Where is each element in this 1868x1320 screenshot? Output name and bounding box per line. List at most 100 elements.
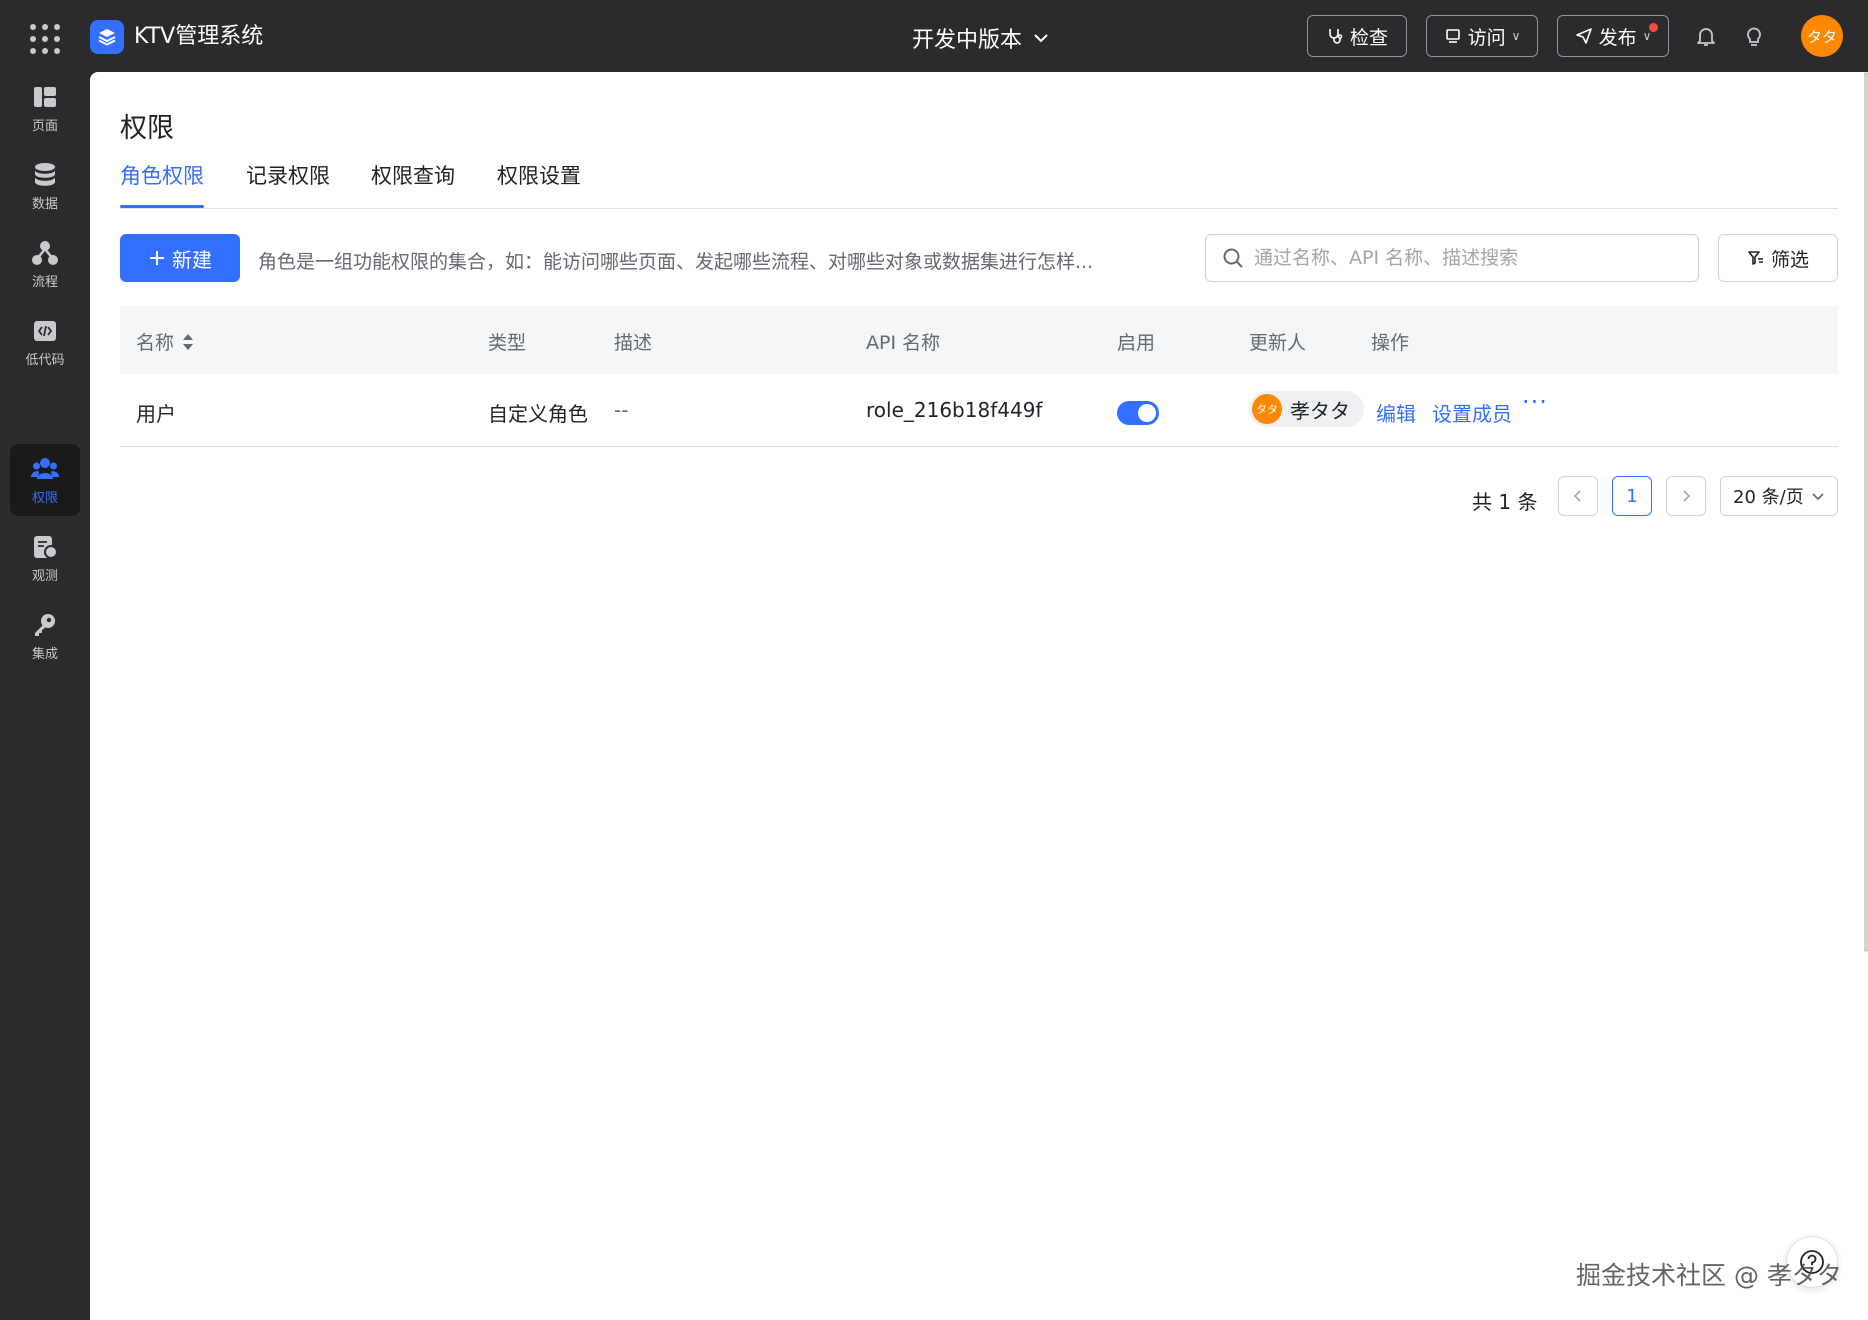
column-label: API 名称 <box>866 332 941 354</box>
tab-record-permission[interactable]: 记录权限 <box>246 162 330 190</box>
search-icon <box>1223 248 1243 268</box>
lightbulb-icon[interactable] <box>1740 22 1768 50</box>
updater-avatar: タタ <box>1252 394 1282 424</box>
enabled-toggle[interactable] <box>1117 401 1159 425</box>
monitor-icon <box>1445 29 1460 43</box>
pagination-total: 共 1 条 <box>1472 490 1538 514</box>
column-label: 描述 <box>614 332 653 354</box>
stethoscope-icon <box>1329 29 1343 44</box>
next-page-button[interactable] <box>1666 476 1706 516</box>
database-icon <box>35 162 55 186</box>
sidebar-item-flow[interactable]: 流程 <box>10 228 80 300</box>
sidebar-item-label: 页面 <box>31 118 58 134</box>
updater-name: 孝タタ <box>1290 398 1350 423</box>
sidebar-item-label: 权限 <box>31 490 58 506</box>
page-size-select[interactable]: 20 条/页 <box>1720 476 1838 516</box>
table-header: 名称 类型 描述 API 名称 启用 更新人 操作 <box>120 306 1838 374</box>
role-description: -- <box>614 398 629 422</box>
active-tab-indicator <box>120 205 204 208</box>
notification-dot <box>1649 23 1658 32</box>
column-label: 名称 <box>136 332 175 354</box>
sidebar-item-monitor[interactable]: 观测 <box>10 522 80 594</box>
scrollbar[interactable] <box>1864 72 1868 952</box>
chevron-down-icon <box>1812 493 1824 501</box>
sidebar-item-permission[interactable]: 权限 <box>10 444 80 516</box>
prev-page-button[interactable] <box>1558 476 1598 516</box>
page-title: 权限 <box>120 113 174 144</box>
code-icon <box>34 320 56 341</box>
column-header-api-name: API 名称 <box>866 328 940 355</box>
column-label: 操作 <box>1371 332 1410 354</box>
column-label: 更新人 <box>1249 332 1307 354</box>
send-icon <box>1575 28 1592 44</box>
updater-chip[interactable]: タタ 孝タタ <box>1249 391 1364 427</box>
plus-icon <box>150 251 164 265</box>
flow-icon <box>32 240 58 265</box>
key-icon <box>35 613 55 636</box>
role-name: 用户 <box>136 402 176 426</box>
check-label: 检查 <box>1349 26 1388 49</box>
sidebar: 页面 数据 流程 低代码 权限 观测 集成 <box>0 72 90 1320</box>
monitor-icon <box>34 535 58 559</box>
chevron-left-icon <box>1573 490 1581 502</box>
check-button[interactable]: 检查 <box>1307 15 1407 57</box>
sidebar-item-pages[interactable]: 页面 <box>10 72 80 144</box>
tab-permission-query[interactable]: 权限查询 <box>371 162 455 190</box>
visit-button[interactable]: 访问 ∨ <box>1426 15 1538 57</box>
role-type: 自定义角色 <box>488 402 588 426</box>
column-label: 类型 <box>488 332 527 354</box>
edit-link[interactable]: 编辑 <box>1376 398 1416 427</box>
column-header-actions: 操作 <box>1371 328 1409 355</box>
new-role-label: 新建 <box>172 247 212 272</box>
publish-button[interactable]: 发布 ∨ <box>1557 15 1669 57</box>
set-members-link[interactable]: 设置成员 <box>1432 398 1512 427</box>
publish-label: 发布 <box>1598 26 1637 49</box>
tabs-divider <box>120 208 1838 209</box>
permission-icon <box>31 457 59 479</box>
watermark-text: 掘金技术社区 @ 孝タタ <box>1576 1261 1842 1290</box>
filter-icon <box>1748 251 1763 265</box>
version-label: 开发中版本 <box>912 28 1023 53</box>
sidebar-item-label: 观测 <box>31 568 58 584</box>
column-header-description: 描述 <box>614 328 652 355</box>
sidebar-item-label: 数据 <box>31 196 58 212</box>
new-role-button[interactable]: 新建 <box>120 234 240 282</box>
column-label: 启用 <box>1117 332 1156 354</box>
page-number-button[interactable]: 1 <box>1612 476 1652 516</box>
sidebar-item-label: 流程 <box>31 274 58 290</box>
sort-icon[interactable] <box>182 333 194 351</box>
user-avatar[interactable]: タタ <box>1801 15 1843 57</box>
app-title: KTV管理系统 <box>134 24 264 49</box>
filter-button[interactable]: 筛选 <box>1718 234 1838 282</box>
column-header-enabled: 启用 <box>1117 328 1155 355</box>
sidebar-item-integration[interactable]: 集成 <box>10 600 80 672</box>
chevron-right-icon <box>1683 490 1691 502</box>
column-header-name[interactable]: 名称 <box>136 328 194 355</box>
filter-label: 筛选 <box>1770 248 1809 271</box>
visit-label: 访问 <box>1467 26 1506 49</box>
chevron-down-icon <box>1034 34 1048 43</box>
toggle-knob <box>1138 404 1156 422</box>
sidebar-item-lowcode[interactable]: 低代码 <box>10 306 80 378</box>
search-input[interactable] <box>1254 247 1674 269</box>
sidebar-item-label: 低代码 <box>25 352 65 368</box>
top-bar: KTV管理系统 开发中版本 检查 访问 ∨ 发布 ∨ タタ <box>0 0 1868 72</box>
role-description-text: 角色是一组功能权限的集合，如：能访问哪些页面、发起哪些流程、对哪些对象或数据集进… <box>258 251 1094 273</box>
column-header-type: 类型 <box>488 328 526 355</box>
app-grid-icon[interactable] <box>28 22 62 56</box>
sidebar-item-data[interactable]: 数据 <box>10 150 80 222</box>
chevron-down-icon: ∨ <box>1511 29 1521 43</box>
page-size-value: 20 条/页 <box>1733 487 1804 508</box>
tab-role-permission[interactable]: 角色权限 <box>120 162 204 190</box>
sidebar-item-label: 集成 <box>31 646 58 662</box>
tab-permission-settings[interactable]: 权限设置 <box>497 162 581 190</box>
page-icon <box>34 86 56 107</box>
bell-icon[interactable] <box>1692 22 1720 50</box>
search-box[interactable] <box>1205 234 1699 282</box>
role-api-name: role_216b18f449f <box>866 398 1043 422</box>
more-actions-icon[interactable]: ··· <box>1522 388 1548 416</box>
main-panel: 权限 角色权限 记录权限 权限查询 权限设置 新建 角色是一组功能权限的集合，如… <box>90 72 1868 1320</box>
version-selector[interactable]: 开发中版本 <box>912 22 1050 54</box>
app-logo-icon <box>90 20 124 54</box>
table-row[interactable]: 用户 自定义角色 -- role_216b18f449f タタ 孝タタ 编辑 设… <box>120 374 1838 447</box>
